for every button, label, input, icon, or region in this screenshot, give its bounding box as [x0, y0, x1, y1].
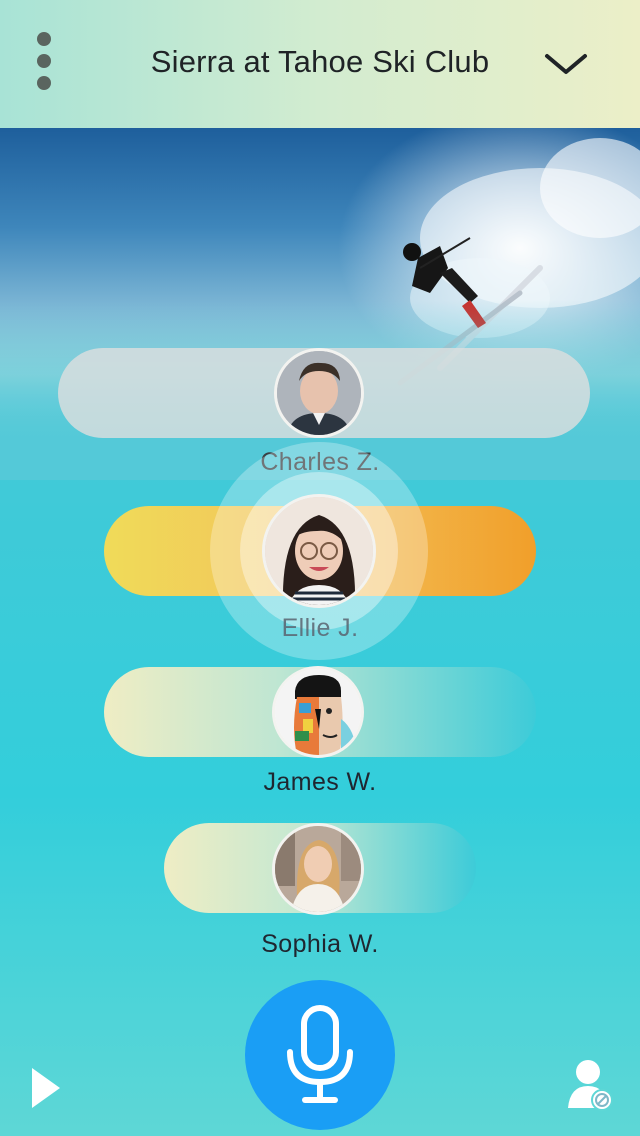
avatar[interactable]: [262, 494, 376, 608]
member-name: Ellie J.: [281, 614, 359, 642]
group-title[interactable]: Sierra at Tahoe Ski Club: [100, 44, 540, 80]
microphone-icon: [287, 1005, 353, 1103]
member-name: Sophia W.: [261, 930, 379, 958]
portrait-woman-glasses-image: [265, 497, 373, 605]
portrait-woman-city-image: [275, 826, 361, 912]
push-to-talk-button[interactable]: [245, 980, 395, 1130]
chevron-down-icon: [545, 54, 587, 74]
menu-dot-icon: [37, 54, 51, 68]
member-name: James W.: [263, 768, 377, 796]
menu-dot-icon: [37, 32, 51, 46]
play-button[interactable]: [30, 1066, 62, 1110]
menu-dot-icon: [37, 76, 51, 90]
portrait-artistic-face-image: [275, 669, 361, 755]
user-blocked-icon: [568, 1060, 613, 1111]
portrait-young-man-image: [277, 351, 361, 435]
avatar[interactable]: [272, 823, 364, 915]
header-bar: Sierra at Tahoe Ski Club: [0, 0, 640, 128]
play-icon: [32, 1068, 60, 1108]
avatar[interactable]: [274, 348, 364, 438]
avatar[interactable]: [272, 666, 364, 758]
user-block-button[interactable]: [566, 1058, 614, 1112]
voice-chat-screen: Sierra at Tahoe Ski Club Charles Z. Elli…: [0, 0, 640, 1136]
menu-button[interactable]: [24, 30, 64, 94]
group-dropdown-button[interactable]: [540, 44, 592, 84]
